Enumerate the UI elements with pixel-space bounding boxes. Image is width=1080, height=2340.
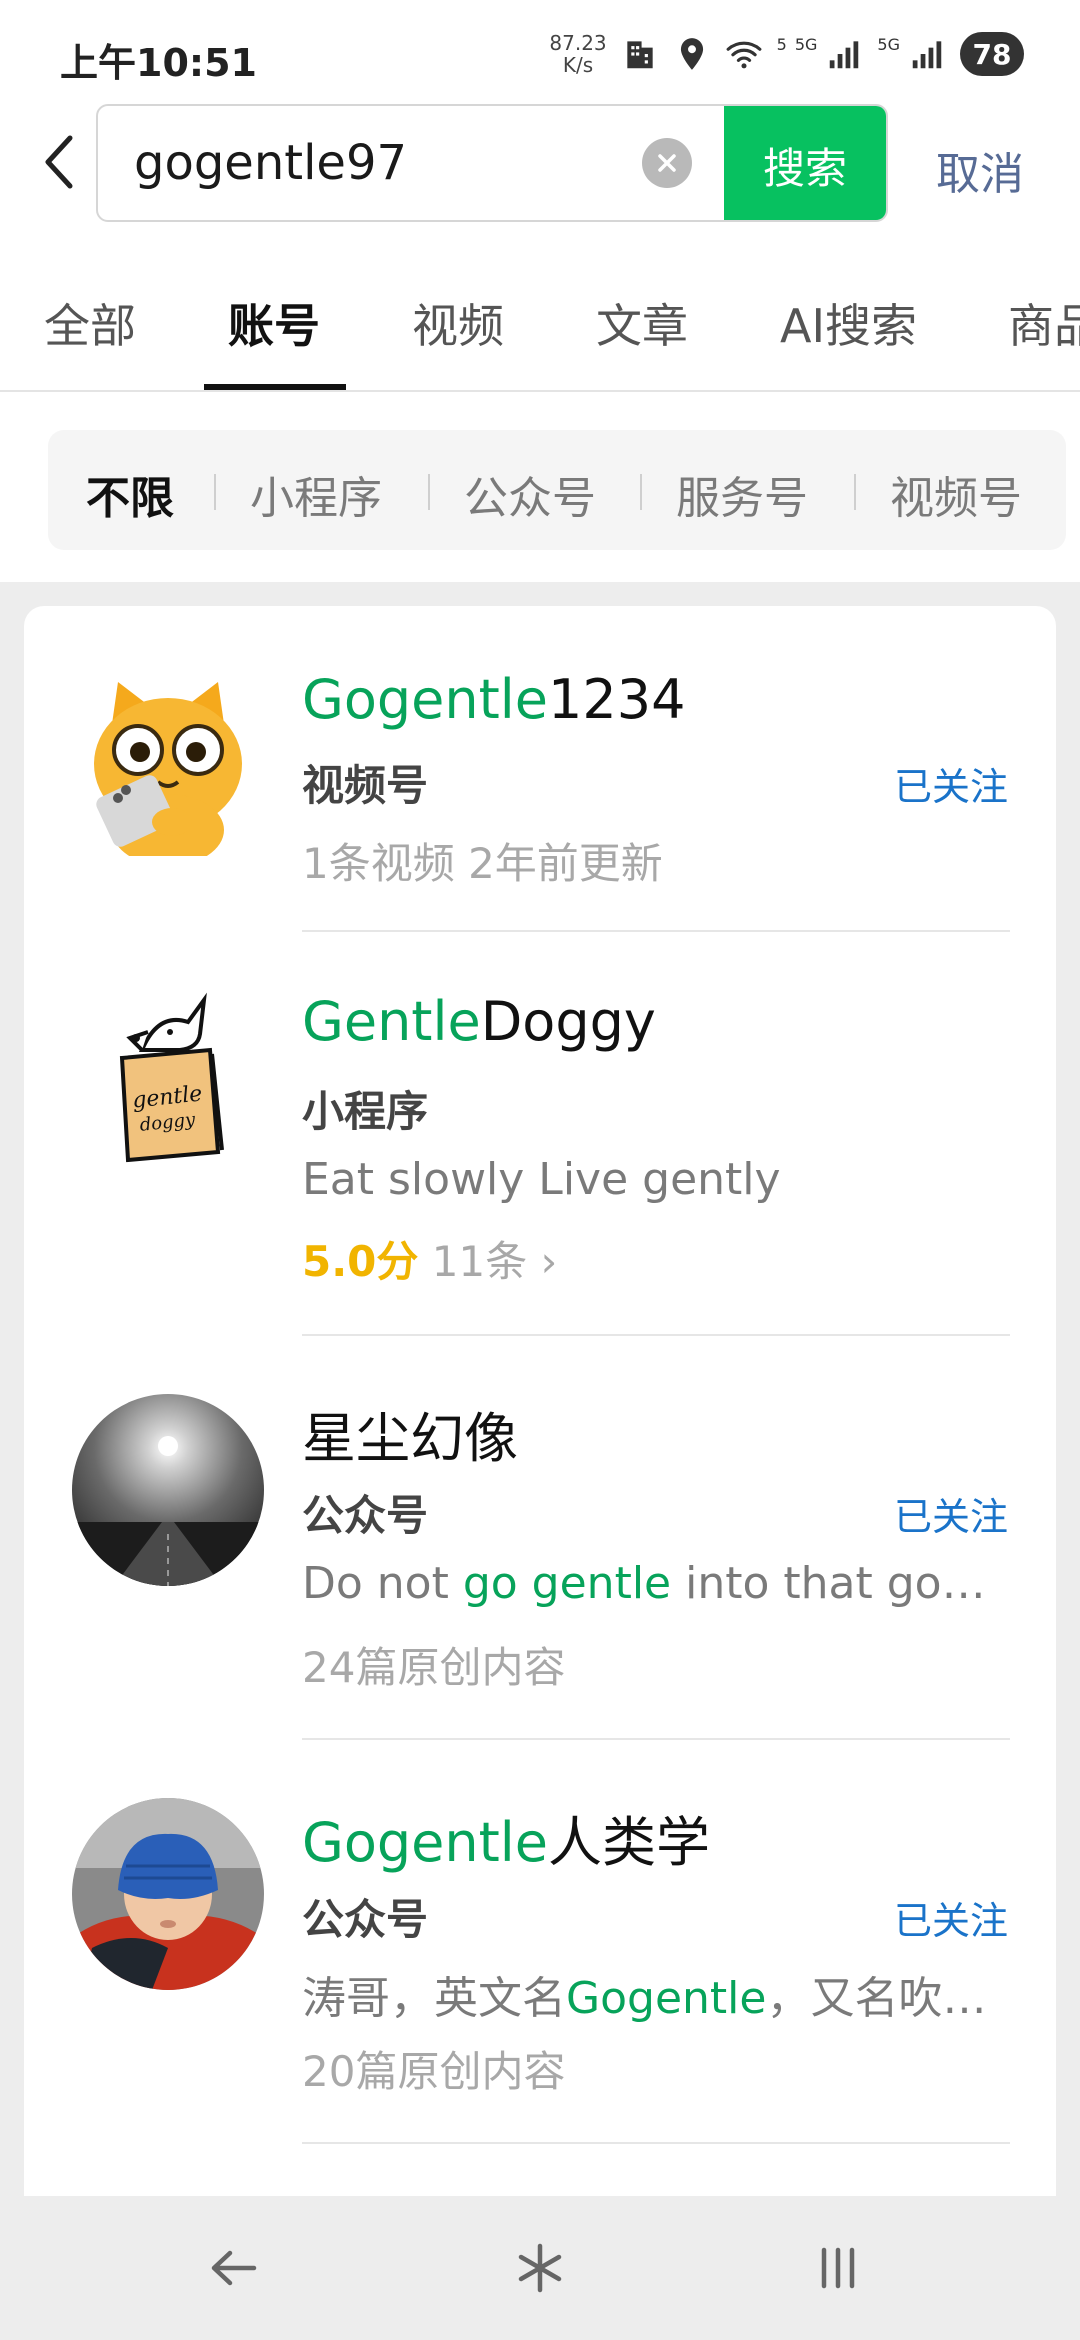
result-item-gogentle1234[interactable]: Gogentle1234 视频号 已关注 1条视频 2年前更新 bbox=[24, 606, 1056, 932]
filter-unlimited[interactable]: 不限 bbox=[86, 462, 174, 526]
nav-back-button[interactable] bbox=[194, 2232, 274, 2304]
nav-home-button[interactable] bbox=[500, 2232, 580, 2304]
status-time: 上午10:51 bbox=[60, 41, 257, 85]
result-name-rest: Doggy bbox=[480, 990, 656, 1053]
desc-text: 涛哥，英文名 bbox=[302, 1973, 566, 2024]
result-type: 小程序 bbox=[302, 1087, 429, 1136]
result-type: 公众号 bbox=[302, 1895, 429, 1944]
result-description: Eat slowly Live gently bbox=[302, 1154, 781, 1205]
signal-label-2: 5G bbox=[877, 34, 900, 54]
desc-text: ，又名吹… bbox=[766, 1973, 987, 2024]
result-name: 星尘幻像 bbox=[302, 1407, 518, 1470]
search-header: 搜索 取消 bbox=[0, 100, 1080, 240]
result-tabs: 全部 账号 视频 文章 AI搜索 商品 bbox=[0, 240, 1080, 392]
followed-badge: 已关注 bbox=[893, 1899, 1008, 1943]
desc-text: Do not bbox=[302, 1558, 463, 1609]
account-type-filter: 不限 小程序 公众号 服务号 视频号 bbox=[48, 430, 1066, 550]
followed-badge: 已关注 bbox=[893, 1495, 1008, 1539]
item-divider bbox=[302, 2142, 1010, 2144]
result-name-rest: 1234 bbox=[548, 668, 686, 731]
network-speed-unit: K/s bbox=[562, 53, 594, 77]
filter-area: 不限 小程序 公众号 服务号 视频号 bbox=[0, 392, 1080, 582]
result-name: Gogentle1234 bbox=[302, 668, 685, 731]
filter-official-account[interactable]: 公众号 bbox=[464, 462, 596, 526]
result-item-xingchen[interactable]: 星尘幻像 公众号 已关注 Do not go gentle into that … bbox=[24, 1336, 1056, 1740]
network-speed-value: 87.23 bbox=[549, 31, 607, 55]
result-name: Gogentle人类学 bbox=[302, 1798, 710, 1877]
cat-avatar-icon bbox=[72, 664, 264, 856]
filter-divider bbox=[854, 474, 856, 510]
result-name-highlight: Gogentle bbox=[302, 668, 549, 731]
tab-ai-search[interactable]: AI搜索 bbox=[780, 290, 917, 356]
result-type: 公众号 bbox=[302, 1491, 429, 1540]
tab-products[interactable]: 商品 bbox=[1008, 290, 1080, 356]
active-tab-indicator bbox=[204, 384, 346, 390]
nav-recents-button[interactable] bbox=[798, 2232, 878, 2304]
asterisk-icon bbox=[518, 2243, 562, 2293]
search-input[interactable] bbox=[134, 106, 694, 220]
result-meta: 1条视频 2年前更新 bbox=[302, 839, 663, 888]
filter-divider bbox=[214, 474, 216, 510]
result-meta: 24篇原创内容 bbox=[302, 1643, 566, 1692]
result-description: 涛哥，英文名Gogentle，又名吹… bbox=[302, 1962, 986, 2026]
result-name-highlight: Gentle bbox=[302, 990, 481, 1053]
result-item-gentledoggy[interactable]: gentle doggy GentleDoggy 小程序 Eat slowly … bbox=[24, 932, 1056, 1336]
search-box: 搜索 bbox=[96, 104, 888, 222]
rating-score: 5.0分 bbox=[302, 1237, 419, 1286]
system-navigation-bar bbox=[0, 2196, 1080, 2340]
dog-bag-logo-icon: gentle doggy bbox=[72, 992, 264, 1184]
signal-label-1: 5G bbox=[794, 34, 818, 54]
cancel-button[interactable]: 取消 bbox=[936, 138, 1024, 202]
wifi-icon bbox=[725, 35, 763, 73]
desc-highlight: Gogentle bbox=[566, 1973, 767, 2024]
desc-highlight: go gentle bbox=[462, 1558, 672, 1609]
filter-channels[interactable]: 视频号 bbox=[890, 462, 1022, 526]
back-button[interactable] bbox=[32, 130, 88, 194]
result-item-gogentle-anthropology[interactable]: Gogentle人类学 公众号 已关注 涛哥，英文名Gogentle，又名吹… … bbox=[24, 1740, 1056, 2144]
result-name-rest: 人类学 bbox=[548, 1811, 711, 1874]
status-icons: 87.23 K/s 5 5G 5G 78 bbox=[549, 30, 1024, 78]
filter-divider bbox=[428, 474, 430, 510]
signal-icon bbox=[908, 35, 946, 73]
rating-count: 11条 › bbox=[431, 1237, 558, 1286]
result-name: GentleDoggy bbox=[302, 990, 656, 1053]
search-button[interactable]: 搜索 bbox=[724, 106, 886, 220]
result-meta: 20篇原创内容 bbox=[302, 2047, 566, 2096]
network-speed: 87.23 K/s bbox=[549, 32, 606, 76]
battery-indicator: 78 bbox=[960, 32, 1024, 76]
child-photo-avatar bbox=[72, 1798, 264, 1990]
filter-mini-program[interactable]: 小程序 bbox=[250, 462, 382, 526]
tab-accounts[interactable]: 账号 bbox=[228, 290, 320, 356]
results-list: Gogentle1234 视频号 已关注 1条视频 2年前更新 gentle d… bbox=[24, 606, 1056, 2196]
result-description: Do not go gentle into that good … bbox=[302, 1558, 1012, 1609]
result-name-highlight: Gogentle bbox=[302, 1811, 549, 1874]
result-type: 视频号 bbox=[302, 761, 429, 810]
signal-icon bbox=[825, 35, 863, 73]
followed-badge: 已关注 bbox=[893, 765, 1008, 809]
filter-divider bbox=[640, 474, 642, 510]
status-bar: 上午10:51 87.23 K/s 5 5G 5G 78 bbox=[0, 0, 1080, 100]
tab-videos[interactable]: 视频 bbox=[412, 290, 504, 356]
result-rating-row[interactable]: 5.0分 11条 › bbox=[302, 1228, 557, 1289]
recents-icon bbox=[821, 2247, 855, 2289]
building-icon bbox=[621, 35, 659, 73]
desc-text: into that good … bbox=[685, 1558, 1012, 1609]
clear-icon[interactable] bbox=[642, 138, 692, 188]
arrow-left-icon bbox=[211, 2250, 257, 2286]
filter-service-account[interactable]: 服务号 bbox=[676, 462, 808, 526]
tab-all[interactable]: 全部 bbox=[44, 290, 136, 356]
location-icon bbox=[673, 35, 711, 73]
tab-articles[interactable]: 文章 bbox=[596, 290, 688, 356]
wifi-label: 5 bbox=[776, 34, 787, 54]
road-sunburst-avatar bbox=[72, 1394, 264, 1586]
chevron-left-icon bbox=[45, 135, 73, 189]
